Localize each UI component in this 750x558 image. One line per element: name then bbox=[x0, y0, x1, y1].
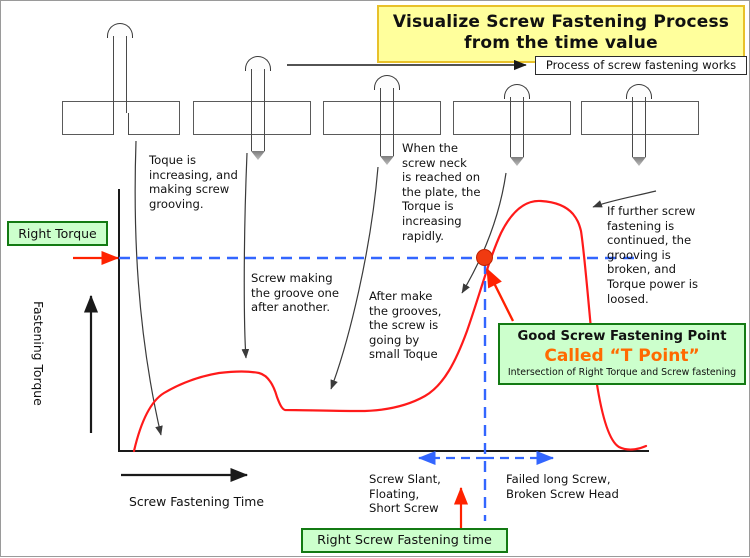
note-groove-one-after-another: Screw making the groove one after anothe… bbox=[251, 271, 340, 315]
note-further-fastening: If further screw fastening is continued,… bbox=[607, 204, 699, 306]
t-point-callout-box: Good Screw Fastening Point Called “T Poi… bbox=[498, 323, 746, 385]
note-screw-neck-reached: When the screw neck is reached on the pl… bbox=[402, 141, 481, 243]
t-point-title: Good Screw Fastening Point bbox=[517, 329, 727, 344]
diagram-canvas: Visualize Screw Fastening Process from t… bbox=[0, 0, 750, 557]
t-point-name: Called “T Point” bbox=[544, 346, 700, 366]
y-axis-label: Fastening Torque bbox=[31, 301, 46, 406]
right-time-label-box: Right Screw Fastening time bbox=[301, 528, 508, 553]
note-failed-long-screw: Failed long Screw, Broken Screw Head bbox=[506, 472, 619, 501]
t-point-subtitle: Intersection of Right Torque and Screw f… bbox=[507, 367, 737, 378]
note-after-make-grooves: After make the grooves, the screw is goi… bbox=[369, 289, 442, 362]
right-torque-label-box: Right Torque bbox=[7, 221, 108, 246]
x-axis-label: Screw Fastening Time bbox=[129, 494, 264, 509]
note-screw-slant: Screw Slant, Floating, Short Screw bbox=[369, 472, 441, 516]
note-torque-increasing: Toque is increasing, and making screw gr… bbox=[149, 153, 238, 211]
tpoint-callout-arrow bbox=[487, 267, 513, 321]
t-point-marker bbox=[476, 249, 493, 266]
